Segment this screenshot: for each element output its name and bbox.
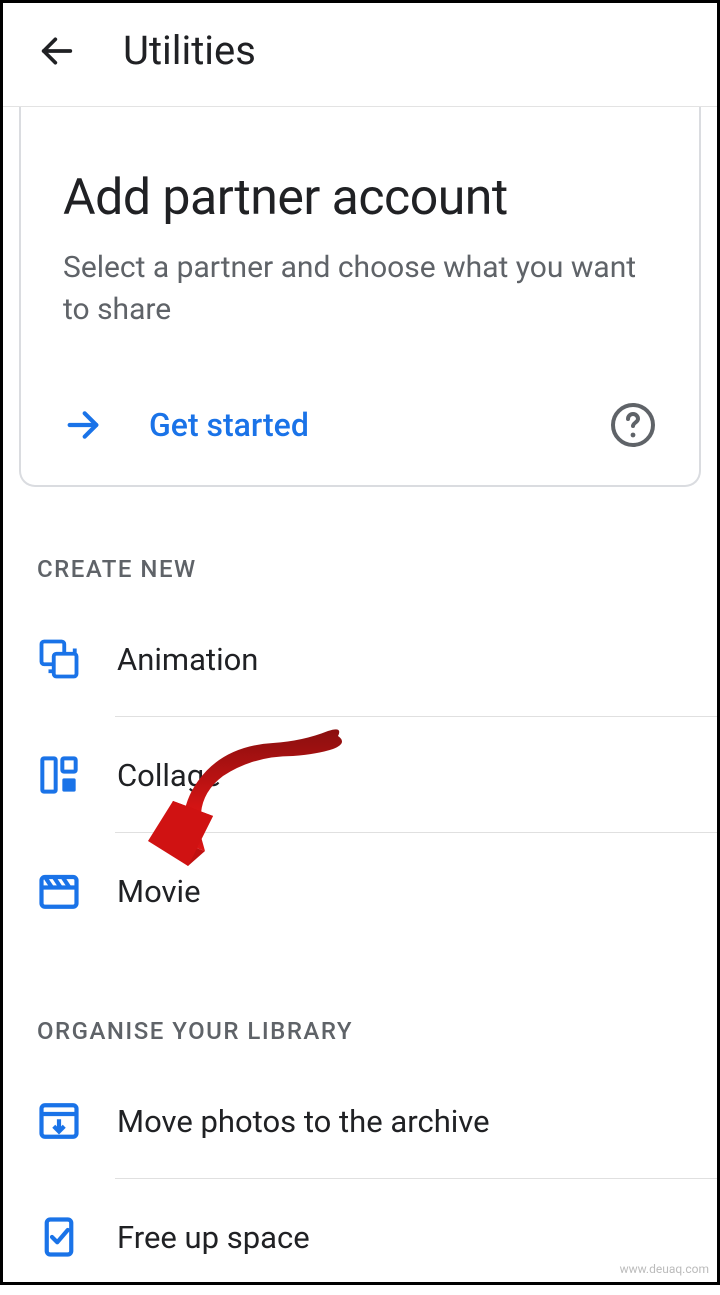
section-header-organise: ORGANISE YOUR LIBRARY	[3, 949, 717, 1063]
archive-icon	[37, 1099, 81, 1143]
page-title: Utilities	[123, 27, 256, 74]
list-item-collage[interactable]: Collage	[3, 717, 717, 833]
collage-icon	[37, 753, 81, 797]
app-header: Utilities	[3, 3, 717, 107]
list-item-free-space[interactable]: Free up space	[3, 1179, 717, 1295]
back-arrow-icon[interactable]	[35, 29, 79, 73]
list-item-label: Free up space	[117, 1219, 310, 1256]
get-started-button[interactable]: Get started	[63, 405, 309, 445]
list-item-archive[interactable]: Move photos to the archive	[3, 1063, 717, 1179]
list-item-animation[interactable]: Animation	[3, 601, 717, 717]
card-title: Add partner account	[63, 169, 657, 227]
list-item-label: Collage	[117, 757, 221, 794]
help-icon[interactable]	[609, 401, 657, 449]
list-item-label: Move photos to the archive	[117, 1103, 490, 1140]
list-item-movie[interactable]: Movie	[3, 833, 717, 949]
get-started-label: Get started	[149, 406, 309, 444]
section-header-create: CREATE NEW	[3, 487, 717, 601]
free-space-icon	[37, 1215, 81, 1259]
partner-account-card: Add partner account Select a partner and…	[19, 107, 701, 487]
list-item-label: Movie	[117, 873, 201, 910]
card-subtitle: Select a partner and choose what you wan…	[63, 247, 657, 331]
movie-icon	[37, 869, 81, 913]
arrow-right-icon	[63, 405, 103, 445]
watermark: www.deuaq.com	[620, 1262, 709, 1276]
card-action-row: Get started	[63, 401, 657, 449]
animation-icon	[37, 637, 81, 681]
list-item-label: Animation	[117, 641, 258, 678]
